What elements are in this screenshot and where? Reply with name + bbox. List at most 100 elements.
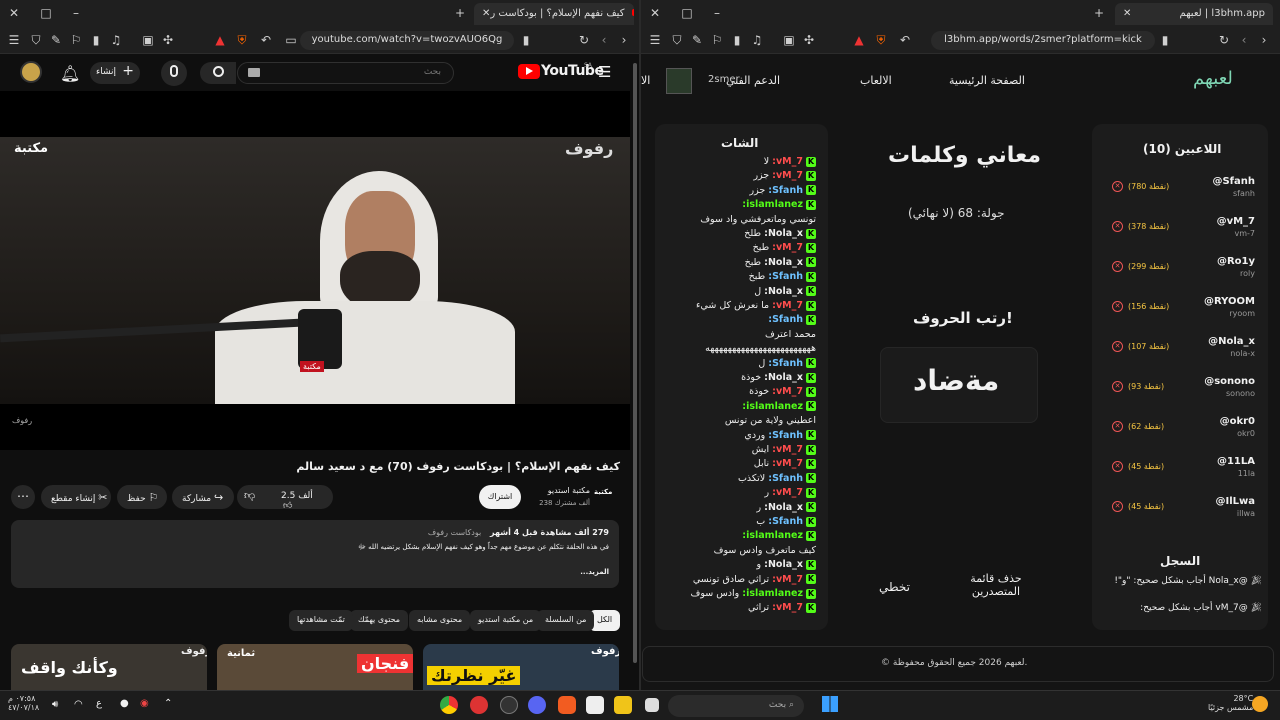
store-icon[interactable]: [586, 696, 604, 714]
like-button[interactable]: 2.5 ألف 👍︎: [275, 485, 333, 511]
puzzle-icon[interactable]: ✣: [160, 32, 176, 48]
nav-games[interactable]: الالعاب: [860, 74, 892, 87]
task-view-icon[interactable]: [645, 698, 659, 712]
reload-icon[interactable]: ↻: [576, 32, 592, 48]
avatar[interactable]: [20, 61, 42, 83]
tab-close-icon[interactable]: ✕: [1123, 8, 1131, 19]
menu-icon[interactable]: ☰: [6, 32, 22, 48]
new-tab-icon[interactable]: +: [1091, 5, 1107, 21]
remove-player-icon[interactable]: ✕: [1112, 261, 1123, 272]
youtube-logo-icon[interactable]: [518, 64, 540, 79]
puzzle-icon[interactable]: ✣: [801, 32, 817, 48]
tab-l3bhm[interactable]: ✕ لعبهم | l3bhm.app: [1115, 3, 1273, 25]
app-icon[interactable]: [470, 696, 488, 714]
search-button[interactable]: [200, 62, 236, 84]
clip-button[interactable]: إنشاء مقطع ✂: [41, 485, 111, 509]
nav-more[interactable]: الا: [641, 74, 650, 87]
screenshot-icon[interactable]: ▣: [140, 32, 156, 48]
subscribe-button[interactable]: اشتراك: [479, 485, 521, 509]
forward-icon[interactable]: ›: [1256, 32, 1272, 48]
remove-player-icon[interactable]: ✕: [1112, 301, 1123, 312]
voice-search-button[interactable]: [161, 60, 187, 86]
bookmark-star-icon[interactable]: ▮: [518, 32, 534, 48]
remove-player-icon[interactable]: ✕: [1112, 341, 1123, 352]
weather-widget[interactable]: 28°C مشمس جزئيًا: [1208, 694, 1253, 712]
music-icon[interactable]: ♫: [108, 32, 124, 48]
mic-tray-icon[interactable]: ●: [120, 698, 129, 709]
brave-rewards-icon[interactable]: ▲: [851, 32, 867, 48]
screenshot-icon[interactable]: ▣: [781, 32, 797, 48]
shield-icon[interactable]: ⛉: [669, 32, 685, 48]
bookmark-star-icon[interactable]: ▮: [1157, 32, 1173, 48]
remove-player-icon[interactable]: ✕: [1112, 221, 1123, 232]
file-explorer-icon[interactable]: [614, 696, 632, 714]
start-icon[interactable]: [822, 696, 838, 712]
scrollbar-thumb[interactable]: [633, 63, 637, 663]
menu-icon[interactable]: ☰: [647, 32, 663, 48]
new-tab-icon[interactable]: +: [452, 5, 468, 21]
tray-chevron-icon[interactable]: ⌃: [164, 698, 172, 709]
shield-icon[interactable]: ⛉: [28, 32, 44, 48]
clock[interactable]: ٠٧:٥٨ م ٤٧/٠٧/١٨: [8, 694, 39, 712]
chip-channel[interactable]: من مكتبة استديو: [470, 610, 542, 631]
create-button[interactable]: إنشاء +: [90, 62, 140, 84]
save-button[interactable]: حفظ ⚐: [117, 485, 167, 509]
brave-shield-icon[interactable]: ⛨: [234, 32, 250, 48]
discord-icon[interactable]: [528, 696, 546, 714]
thumbnail[interactable]: ثمانية فنجان: [217, 644, 413, 690]
show-more-link[interactable]: ...المزيد: [580, 568, 609, 576]
chip-for-you[interactable]: محتوى يهمّك: [350, 610, 409, 631]
sidebar-icon[interactable]: ▮: [88, 32, 104, 48]
share-button[interactable]: مشاركة ↪: [172, 485, 234, 509]
music-icon[interactable]: ♫: [749, 32, 765, 48]
chip-watched[interactable]: تمّت مشاهدتها: [289, 610, 353, 631]
notifications-icon[interactable]: 🔔︎: [60, 64, 80, 83]
video-player[interactable]: مكتبة مكتبة رفوف رفوف: [0, 91, 630, 450]
sidebar-icon[interactable]: ▮: [729, 32, 745, 48]
channel-avatar[interactable]: مكتبة: [594, 488, 618, 506]
back-icon[interactable]: ‹: [596, 32, 612, 48]
record-tray-icon[interactable]: ◉: [140, 698, 149, 709]
remove-leaderboard-button[interactable]: حذف قائمة المتصدرين: [956, 572, 1036, 598]
maximize-icon[interactable]: □: [679, 5, 695, 21]
maximize-icon[interactable]: □: [38, 5, 54, 21]
remove-player-icon[interactable]: ✕: [1112, 381, 1123, 392]
taskbar-search[interactable]: بحث ⌕: [668, 695, 804, 717]
thumbs-down-icon[interactable]: 👎︎: [244, 489, 255, 502]
back-arrow-icon[interactable]: ↶: [258, 32, 274, 48]
chip-similar[interactable]: محتوى مشابه: [409, 610, 471, 631]
brave-shield-icon[interactable]: ⛨: [873, 32, 889, 48]
chip-series[interactable]: من السلسلة: [537, 610, 595, 631]
bookmark-icon[interactable]: ⚐: [709, 32, 725, 48]
hamburger-icon[interactable]: ☰: [598, 63, 611, 81]
search-input[interactable]: بحث: [237, 62, 454, 84]
bookmark-icon[interactable]: ⚐: [68, 32, 84, 48]
l3bhm-logo[interactable]: لعبهم: [1193, 68, 1233, 89]
tab-youtube[interactable]: ✕ كيف نفهم الإسلام؟ | بودكاست ر: [474, 3, 634, 25]
address-bar[interactable]: l3bhm.app/words/2smer?platform=kick: [931, 31, 1155, 50]
reload-icon[interactable]: ↻: [1216, 32, 1232, 48]
brave-rewards-icon[interactable]: ▲: [212, 32, 228, 48]
back-icon[interactable]: ‹: [1236, 32, 1252, 48]
language-indicator[interactable]: ع: [96, 698, 102, 709]
more-actions-icon[interactable]: ⋯: [11, 485, 35, 509]
remove-player-icon[interactable]: ✕: [1112, 501, 1123, 512]
brave-icon[interactable]: [558, 696, 576, 714]
forward-icon[interactable]: ›: [616, 32, 632, 48]
user-avatar[interactable]: [666, 68, 692, 94]
remove-player-icon[interactable]: ✕: [1112, 421, 1123, 432]
wifi-icon[interactable]: ◠: [74, 699, 83, 710]
skip-button[interactable]: تخطي: [879, 580, 910, 594]
cast-icon[interactable]: ▭: [283, 32, 299, 48]
remove-player-icon[interactable]: ✕: [1112, 181, 1123, 192]
thumbnail[interactable]: رفوف وكأنك واقف: [11, 644, 207, 690]
speaker-icon[interactable]: 🔊︎: [52, 699, 58, 710]
close-icon[interactable]: –: [709, 5, 725, 21]
extension-icon[interactable]: ✎: [689, 32, 705, 48]
channel-name[interactable]: مكتبة استديو: [520, 486, 590, 495]
description-box[interactable]: 279 ألف مشاهدة قبل 4 أشهر بودكاست رفوف ف…: [11, 520, 619, 588]
address-bar[interactable]: youtube.com/watch?v=twozvAUO6Qg: [300, 31, 514, 50]
minimize-icon[interactable]: ✕: [647, 5, 663, 21]
minimize-icon[interactable]: ✕: [6, 5, 22, 21]
nav-home[interactable]: الصفحة الرئيسية: [949, 74, 1025, 87]
